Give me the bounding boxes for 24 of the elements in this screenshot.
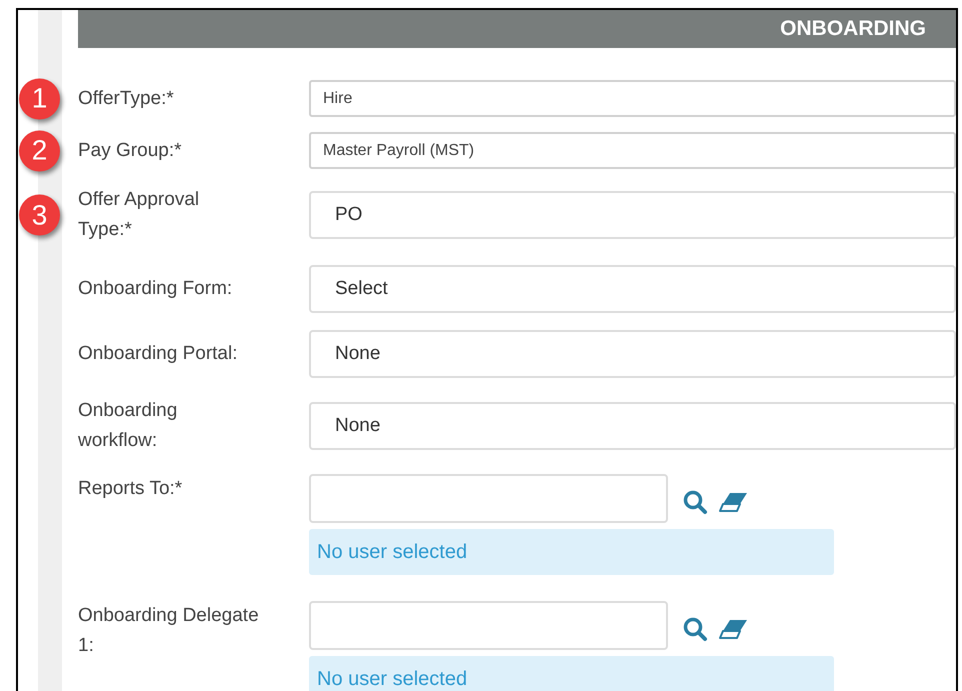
field-label: Pay Group:* bbox=[78, 138, 182, 162]
field-label: Offer Approval Type:* bbox=[78, 188, 200, 242]
search-icon[interactable] bbox=[682, 616, 708, 642]
number-badge: 1 bbox=[19, 78, 60, 119]
dropdown-field[interactable]: None bbox=[309, 330, 956, 378]
dropdown-field[interactable]: PO bbox=[309, 191, 956, 239]
field-label: Onboarding Portal: bbox=[78, 342, 238, 366]
selection-notice: No user selected bbox=[309, 529, 834, 575]
search-icon[interactable] bbox=[682, 488, 708, 514]
field-label: Onboarding Form: bbox=[78, 277, 232, 301]
user-input-field[interactable] bbox=[309, 601, 668, 650]
field-label: Onboarding Delegate 1: bbox=[78, 604, 260, 658]
dropdown-field[interactable]: Select bbox=[309, 265, 956, 313]
dropdown-field[interactable]: None bbox=[309, 402, 956, 450]
dropdown-field[interactable]: Master Payroll (MST) bbox=[309, 132, 956, 169]
dropdown-field[interactable]: Hire bbox=[309, 80, 956, 117]
number-badge: 2 bbox=[19, 130, 60, 171]
selection-notice: No user selected bbox=[309, 656, 834, 691]
field-label: Onboarding workflow: bbox=[78, 399, 178, 453]
number-badge: 3 bbox=[19, 194, 60, 236]
field-label: Reports To:* bbox=[78, 477, 184, 501]
section-title: ONBOARDING bbox=[780, 16, 926, 42]
user-input-field[interactable] bbox=[309, 474, 668, 523]
field-label: OfferType:* bbox=[78, 86, 174, 110]
